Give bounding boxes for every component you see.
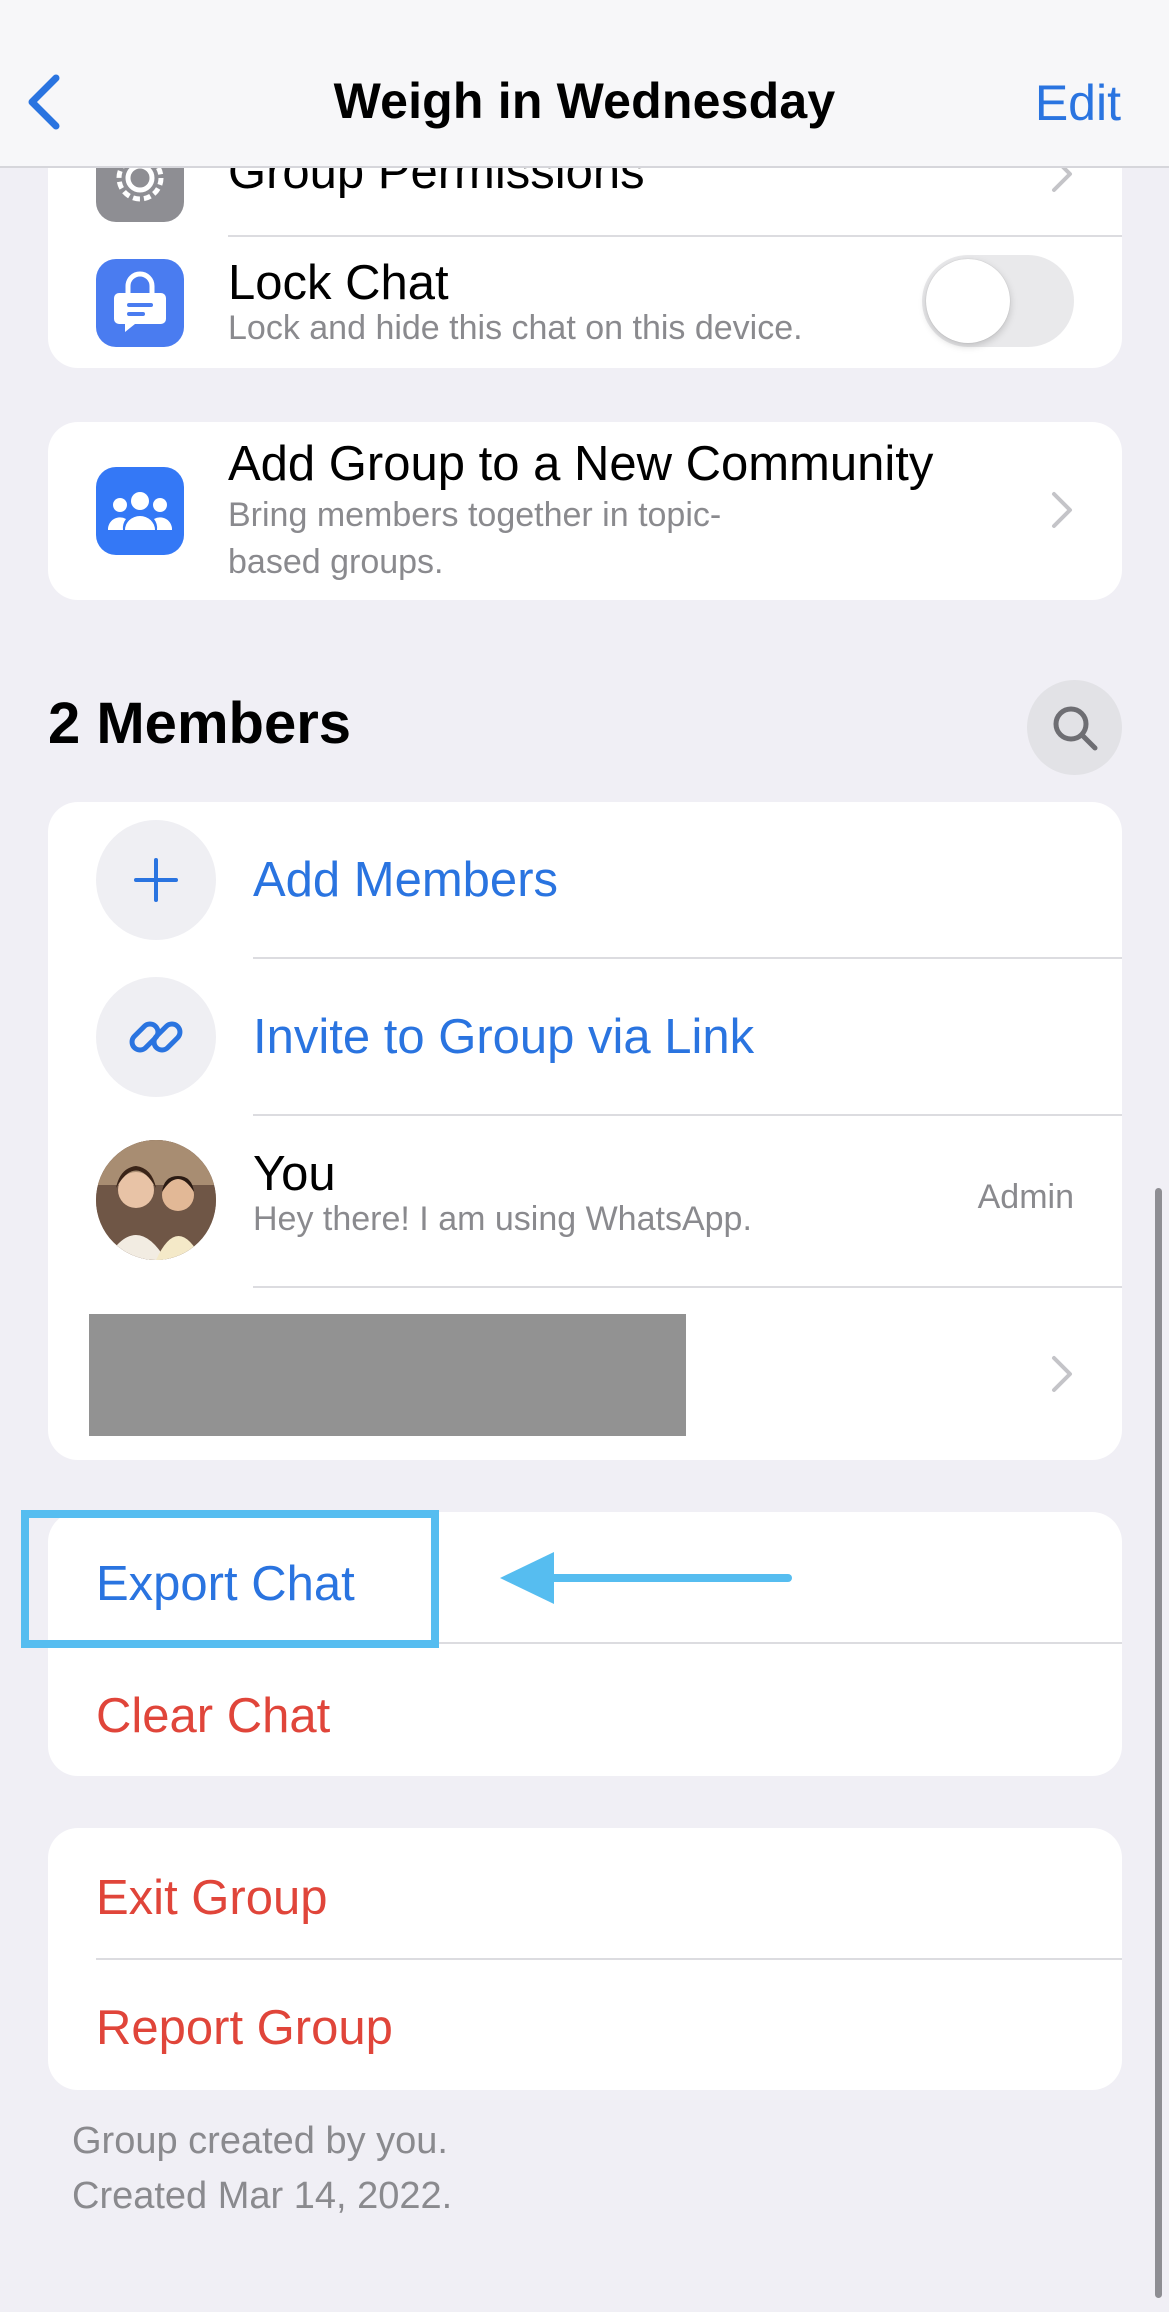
highlight-box: [21, 1510, 439, 1648]
exit-group-button[interactable]: Exit Group: [96, 1870, 327, 1926]
lock-chat-icon: [96, 259, 184, 347]
members-card: Add Members Invite to Group via Link You…: [48, 802, 1122, 1460]
group-actions-card: Exit Group Report Group: [48, 1828, 1122, 2090]
search-icon: [1053, 706, 1097, 750]
arrow-left-icon: [500, 1552, 792, 1604]
add-members-label: Add Members: [253, 853, 559, 907]
community-description-line2: based groups.: [228, 543, 444, 581]
community-card[interactable]: Add Group to a New Community Bring membe…: [48, 422, 1122, 600]
member-role-badge: Admin: [977, 1178, 1074, 1216]
edit-button[interactable]: Edit: [1035, 74, 1121, 132]
chevron-right-icon: [1052, 492, 1072, 528]
community-icon: [96, 467, 184, 555]
chevron-right-icon: [1052, 1356, 1072, 1392]
footer-created-date: Created Mar 14, 2022.: [72, 2175, 453, 2217]
footer-created-by: Group created by you.: [72, 2120, 448, 2162]
add-members-row[interactable]: Add Members: [48, 802, 1122, 958]
member-name: You: [253, 1147, 336, 1201]
report-group-button[interactable]: Report Group: [96, 2000, 393, 2056]
toggle-knob: [926, 259, 1010, 343]
member-status: Hey there! I am using WhatsApp.: [253, 1200, 752, 1238]
lock-chat-row: Lock Chat Lock and hide this chat on thi…: [48, 237, 1122, 368]
scrollbar[interactable]: [1155, 1188, 1162, 2298]
group-info-footer: Group created by you. Created Mar 14, 20…: [72, 2114, 452, 2224]
clear-chat-button[interactable]: Clear Chat: [96, 1688, 330, 1744]
invite-link-row[interactable]: Invite to Group via Link: [48, 959, 1122, 1115]
community-label: Add Group to a New Community: [228, 437, 934, 491]
avatar: [96, 1140, 216, 1260]
members-heading: 2 Members: [48, 691, 352, 756]
invite-link-label: Invite to Group via Link: [253, 1010, 755, 1064]
member-row[interactable]: You Hey there! I am using WhatsApp. Admi…: [48, 1116, 1122, 1286]
lock-chat-description: Lock and hide this chat on this device.: [228, 309, 803, 347]
navigation-bar: Weigh in Wednesday Edit: [0, 0, 1169, 168]
member-search-button[interactable]: [1027, 680, 1122, 775]
redacted-member-block: [89, 1314, 686, 1436]
lock-chat-label: Lock Chat: [228, 256, 449, 310]
link-icon: [96, 977, 216, 1097]
divider: [96, 1958, 1122, 1960]
lock-chat-toggle[interactable]: [922, 255, 1074, 347]
screen: Weigh in Wednesday Edit Group Permission…: [0, 0, 1169, 2312]
page-title: Weigh in Wednesday: [333, 73, 836, 129]
add-icon: [96, 820, 216, 940]
community-description-line1: Bring members together in topic-: [228, 496, 722, 534]
